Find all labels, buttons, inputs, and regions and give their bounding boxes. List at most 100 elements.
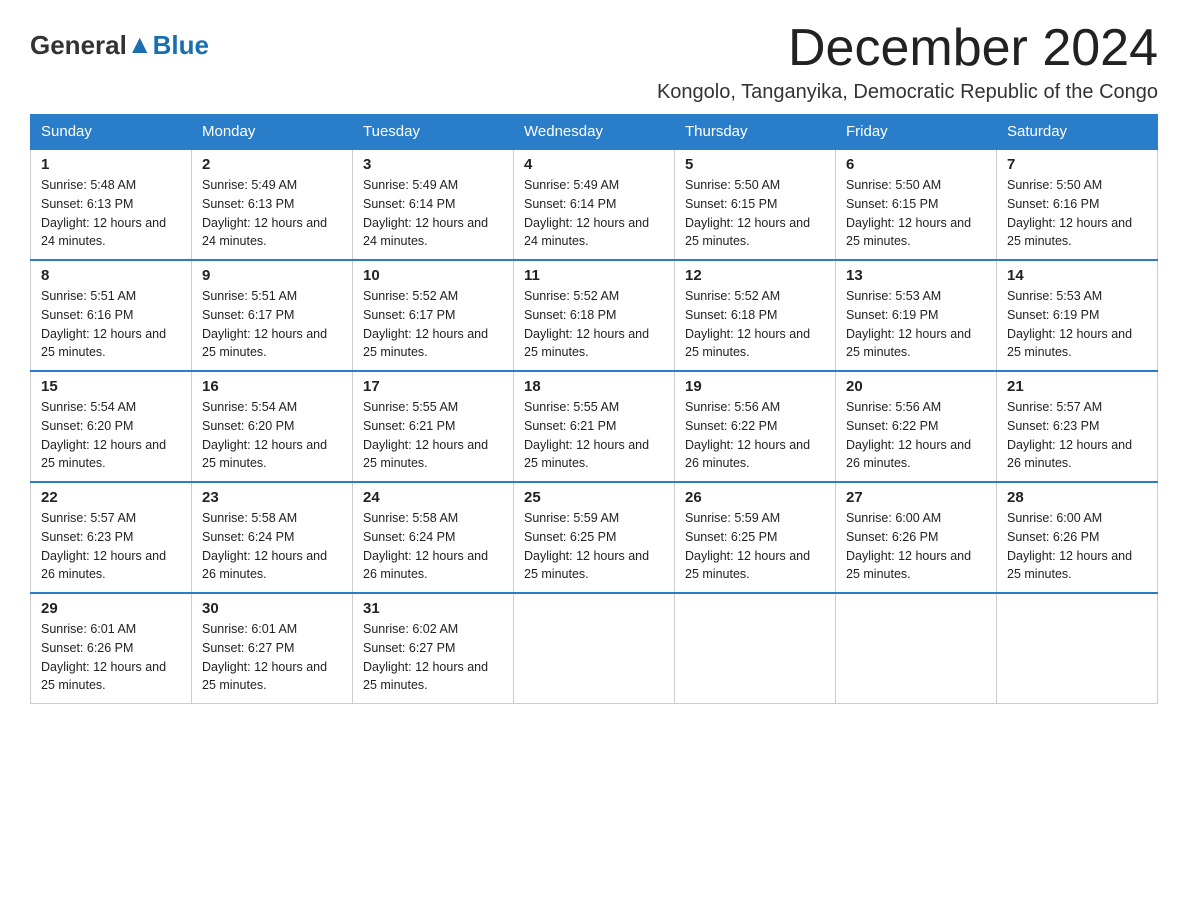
- day-info: Sunrise: 6:01 AMSunset: 6:27 PMDaylight:…: [202, 620, 342, 695]
- day-number: 1: [41, 156, 181, 173]
- day-info: Sunrise: 5:59 AMSunset: 6:25 PMDaylight:…: [685, 509, 825, 584]
- calendar-cell: 21 Sunrise: 5:57 AMSunset: 6:23 PMDayligh…: [997, 371, 1158, 482]
- calendar-cell: 5Sunrise: 5:50 AMSunset: 6:15 PMDaylight…: [675, 149, 836, 260]
- day-number: 4: [524, 156, 664, 173]
- calendar-header-thursday: Thursday: [675, 115, 836, 150]
- day-number: 23: [202, 489, 342, 506]
- day-info: Sunrise: 5:58 AMSunset: 6:24 PMDaylight:…: [202, 509, 342, 584]
- day-info: Sunrise: 5:50 AMSunset: 6:16 PMDaylight:…: [1007, 176, 1147, 251]
- week-row-1: 1Sunrise: 5:48 AMSunset: 6:13 PMDaylight…: [31, 149, 1158, 260]
- calendar-cell: 27Sunrise: 6:00 AMSunset: 6:26 PMDayligh…: [836, 482, 997, 593]
- day-info: Sunrise: 5:52 AMSunset: 6:17 PMDaylight:…: [363, 287, 503, 362]
- day-number: 24: [363, 489, 503, 506]
- day-info: Sunrise: 5:53 AMSunset: 6:19 PMDaylight:…: [846, 287, 986, 362]
- calendar-header-friday: Friday: [836, 115, 997, 150]
- day-number: 7: [1007, 156, 1147, 173]
- location-title: Kongolo, Tanganyika, Democratic Republic…: [657, 81, 1158, 104]
- day-number: 29: [41, 600, 181, 617]
- calendar-cell: 6 Sunrise: 5:50 AMSunset: 6:15 PMDaylight…: [836, 149, 997, 260]
- day-number: 10: [363, 267, 503, 284]
- day-info: Sunrise: 5:53 AMSunset: 6:19 PMDaylight:…: [1007, 287, 1147, 362]
- day-number: 15: [41, 378, 181, 395]
- calendar-cell: [514, 593, 675, 704]
- day-number: 6: [846, 156, 986, 173]
- day-info: Sunrise: 6:00 AMSunset: 6:26 PMDaylight:…: [1007, 509, 1147, 584]
- calendar-cell: 9Sunrise: 5:51 AMSunset: 6:17 PMDaylight…: [192, 260, 353, 371]
- calendar-header-monday: Monday: [192, 115, 353, 150]
- day-info: Sunrise: 5:51 AMSunset: 6:16 PMDaylight:…: [41, 287, 181, 362]
- day-number: 18: [524, 378, 664, 395]
- calendar-cell: 30 Sunrise: 6:01 AMSunset: 6:27 PMDayligh…: [192, 593, 353, 704]
- calendar-header-row: SundayMondayTuesdayWednesdayThursdayFrid…: [31, 115, 1158, 150]
- calendar-cell: 2 Sunrise: 5:49 AMSunset: 6:13 PMDaylight…: [192, 149, 353, 260]
- logo: General▲ Blue: [30, 30, 209, 61]
- calendar-cell: 28 Sunrise: 6:00 AMSunset: 6:26 PMDayligh…: [997, 482, 1158, 593]
- day-info: Sunrise: 5:56 AMSunset: 6:22 PMDaylight:…: [685, 398, 825, 473]
- day-number: 2: [202, 156, 342, 173]
- calendar-cell: 20 Sunrise: 5:56 AMSunset: 6:22 PMDayligh…: [836, 371, 997, 482]
- calendar-cell: 29 Sunrise: 6:01 AMSunset: 6:26 PMDayligh…: [31, 593, 192, 704]
- day-number: 21: [1007, 378, 1147, 395]
- calendar-cell: 23 Sunrise: 5:58 AMSunset: 6:24 PMDayligh…: [192, 482, 353, 593]
- day-number: 30: [202, 600, 342, 617]
- day-info: Sunrise: 5:55 AMSunset: 6:21 PMDaylight:…: [524, 398, 664, 473]
- day-info: Sunrise: 5:58 AMSunset: 6:24 PMDaylight:…: [363, 509, 503, 584]
- day-info: Sunrise: 6:01 AMSunset: 6:26 PMDaylight:…: [41, 620, 181, 695]
- day-number: 25: [524, 489, 664, 506]
- day-number: 13: [846, 267, 986, 284]
- calendar-cell: 19 Sunrise: 5:56 AMSunset: 6:22 PMDayligh…: [675, 371, 836, 482]
- calendar-cell: 3 Sunrise: 5:49 AMSunset: 6:14 PMDaylight…: [353, 149, 514, 260]
- day-number: 14: [1007, 267, 1147, 284]
- day-number: 5: [685, 156, 825, 173]
- day-info: Sunrise: 5:56 AMSunset: 6:22 PMDaylight:…: [846, 398, 986, 473]
- calendar-cell: 1Sunrise: 5:48 AMSunset: 6:13 PMDaylight…: [31, 149, 192, 260]
- logo-general-text: General▲: [30, 30, 153, 61]
- day-info: Sunrise: 5:52 AMSunset: 6:18 PMDaylight:…: [524, 287, 664, 362]
- day-info: Sunrise: 6:00 AMSunset: 6:26 PMDaylight:…: [846, 509, 986, 584]
- calendar-cell: 17Sunrise: 5:55 AMSunset: 6:21 PMDayligh…: [353, 371, 514, 482]
- day-number: 20: [846, 378, 986, 395]
- week-row-2: 8 Sunrise: 5:51 AMSunset: 6:16 PMDaylight…: [31, 260, 1158, 371]
- calendar-cell: [836, 593, 997, 704]
- calendar-cell: 7 Sunrise: 5:50 AMSunset: 6:16 PMDaylight…: [997, 149, 1158, 260]
- day-number: 16: [202, 378, 342, 395]
- day-info: Sunrise: 5:51 AMSunset: 6:17 PMDaylight:…: [202, 287, 342, 362]
- calendar-cell: [997, 593, 1158, 704]
- day-info: Sunrise: 5:54 AMSunset: 6:20 PMDaylight:…: [41, 398, 181, 473]
- day-number: 19: [685, 378, 825, 395]
- day-number: 12: [685, 267, 825, 284]
- day-info: Sunrise: 5:54 AMSunset: 6:20 PMDaylight:…: [202, 398, 342, 473]
- day-number: 26: [685, 489, 825, 506]
- day-number: 31: [363, 600, 503, 617]
- calendar-header-saturday: Saturday: [997, 115, 1158, 150]
- calendar-header-tuesday: Tuesday: [353, 115, 514, 150]
- month-title: December 2024: [657, 20, 1158, 77]
- calendar-cell: 14 Sunrise: 5:53 AMSunset: 6:19 PMDayligh…: [997, 260, 1158, 371]
- calendar-table: SundayMondayTuesdayWednesdayThursdayFrid…: [30, 114, 1158, 704]
- day-number: 28: [1007, 489, 1147, 506]
- week-row-3: 15 Sunrise: 5:54 AMSunset: 6:20 PMDayligh…: [31, 371, 1158, 482]
- calendar-cell: [675, 593, 836, 704]
- calendar-cell: 26 Sunrise: 5:59 AMSunset: 6:25 PMDayligh…: [675, 482, 836, 593]
- day-number: 17: [363, 378, 503, 395]
- calendar-cell: 15 Sunrise: 5:54 AMSunset: 6:20 PMDayligh…: [31, 371, 192, 482]
- day-info: Sunrise: 5:49 AMSunset: 6:13 PMDaylight:…: [202, 176, 342, 251]
- calendar-cell: 11Sunrise: 5:52 AMSunset: 6:18 PMDayligh…: [514, 260, 675, 371]
- day-number: 22: [41, 489, 181, 506]
- calendar-cell: 18 Sunrise: 5:55 AMSunset: 6:21 PMDayligh…: [514, 371, 675, 482]
- day-info: Sunrise: 5:49 AMSunset: 6:14 PMDaylight:…: [363, 176, 503, 251]
- day-info: Sunrise: 5:57 AMSunset: 6:23 PMDaylight:…: [1007, 398, 1147, 473]
- calendar-cell: 4Sunrise: 5:49 AMSunset: 6:14 PMDaylight…: [514, 149, 675, 260]
- day-number: 8: [41, 267, 181, 284]
- day-info: Sunrise: 5:52 AMSunset: 6:18 PMDaylight:…: [685, 287, 825, 362]
- calendar-cell: 13 Sunrise: 5:53 AMSunset: 6:19 PMDayligh…: [836, 260, 997, 371]
- page-header: General▲ Blue December 2024 Kongolo, Tan…: [30, 20, 1158, 104]
- calendar-cell: 12 Sunrise: 5:52 AMSunset: 6:18 PMDayligh…: [675, 260, 836, 371]
- calendar-cell: 8 Sunrise: 5:51 AMSunset: 6:16 PMDaylight…: [31, 260, 192, 371]
- week-row-4: 22Sunrise: 5:57 AMSunset: 6:23 PMDayligh…: [31, 482, 1158, 593]
- calendar-cell: 22Sunrise: 5:57 AMSunset: 6:23 PMDayligh…: [31, 482, 192, 593]
- calendar-cell: 25Sunrise: 5:59 AMSunset: 6:25 PMDayligh…: [514, 482, 675, 593]
- day-number: 3: [363, 156, 503, 173]
- day-info: Sunrise: 5:50 AMSunset: 6:15 PMDaylight:…: [846, 176, 986, 251]
- calendar-cell: 24 Sunrise: 5:58 AMSunset: 6:24 PMDayligh…: [353, 482, 514, 593]
